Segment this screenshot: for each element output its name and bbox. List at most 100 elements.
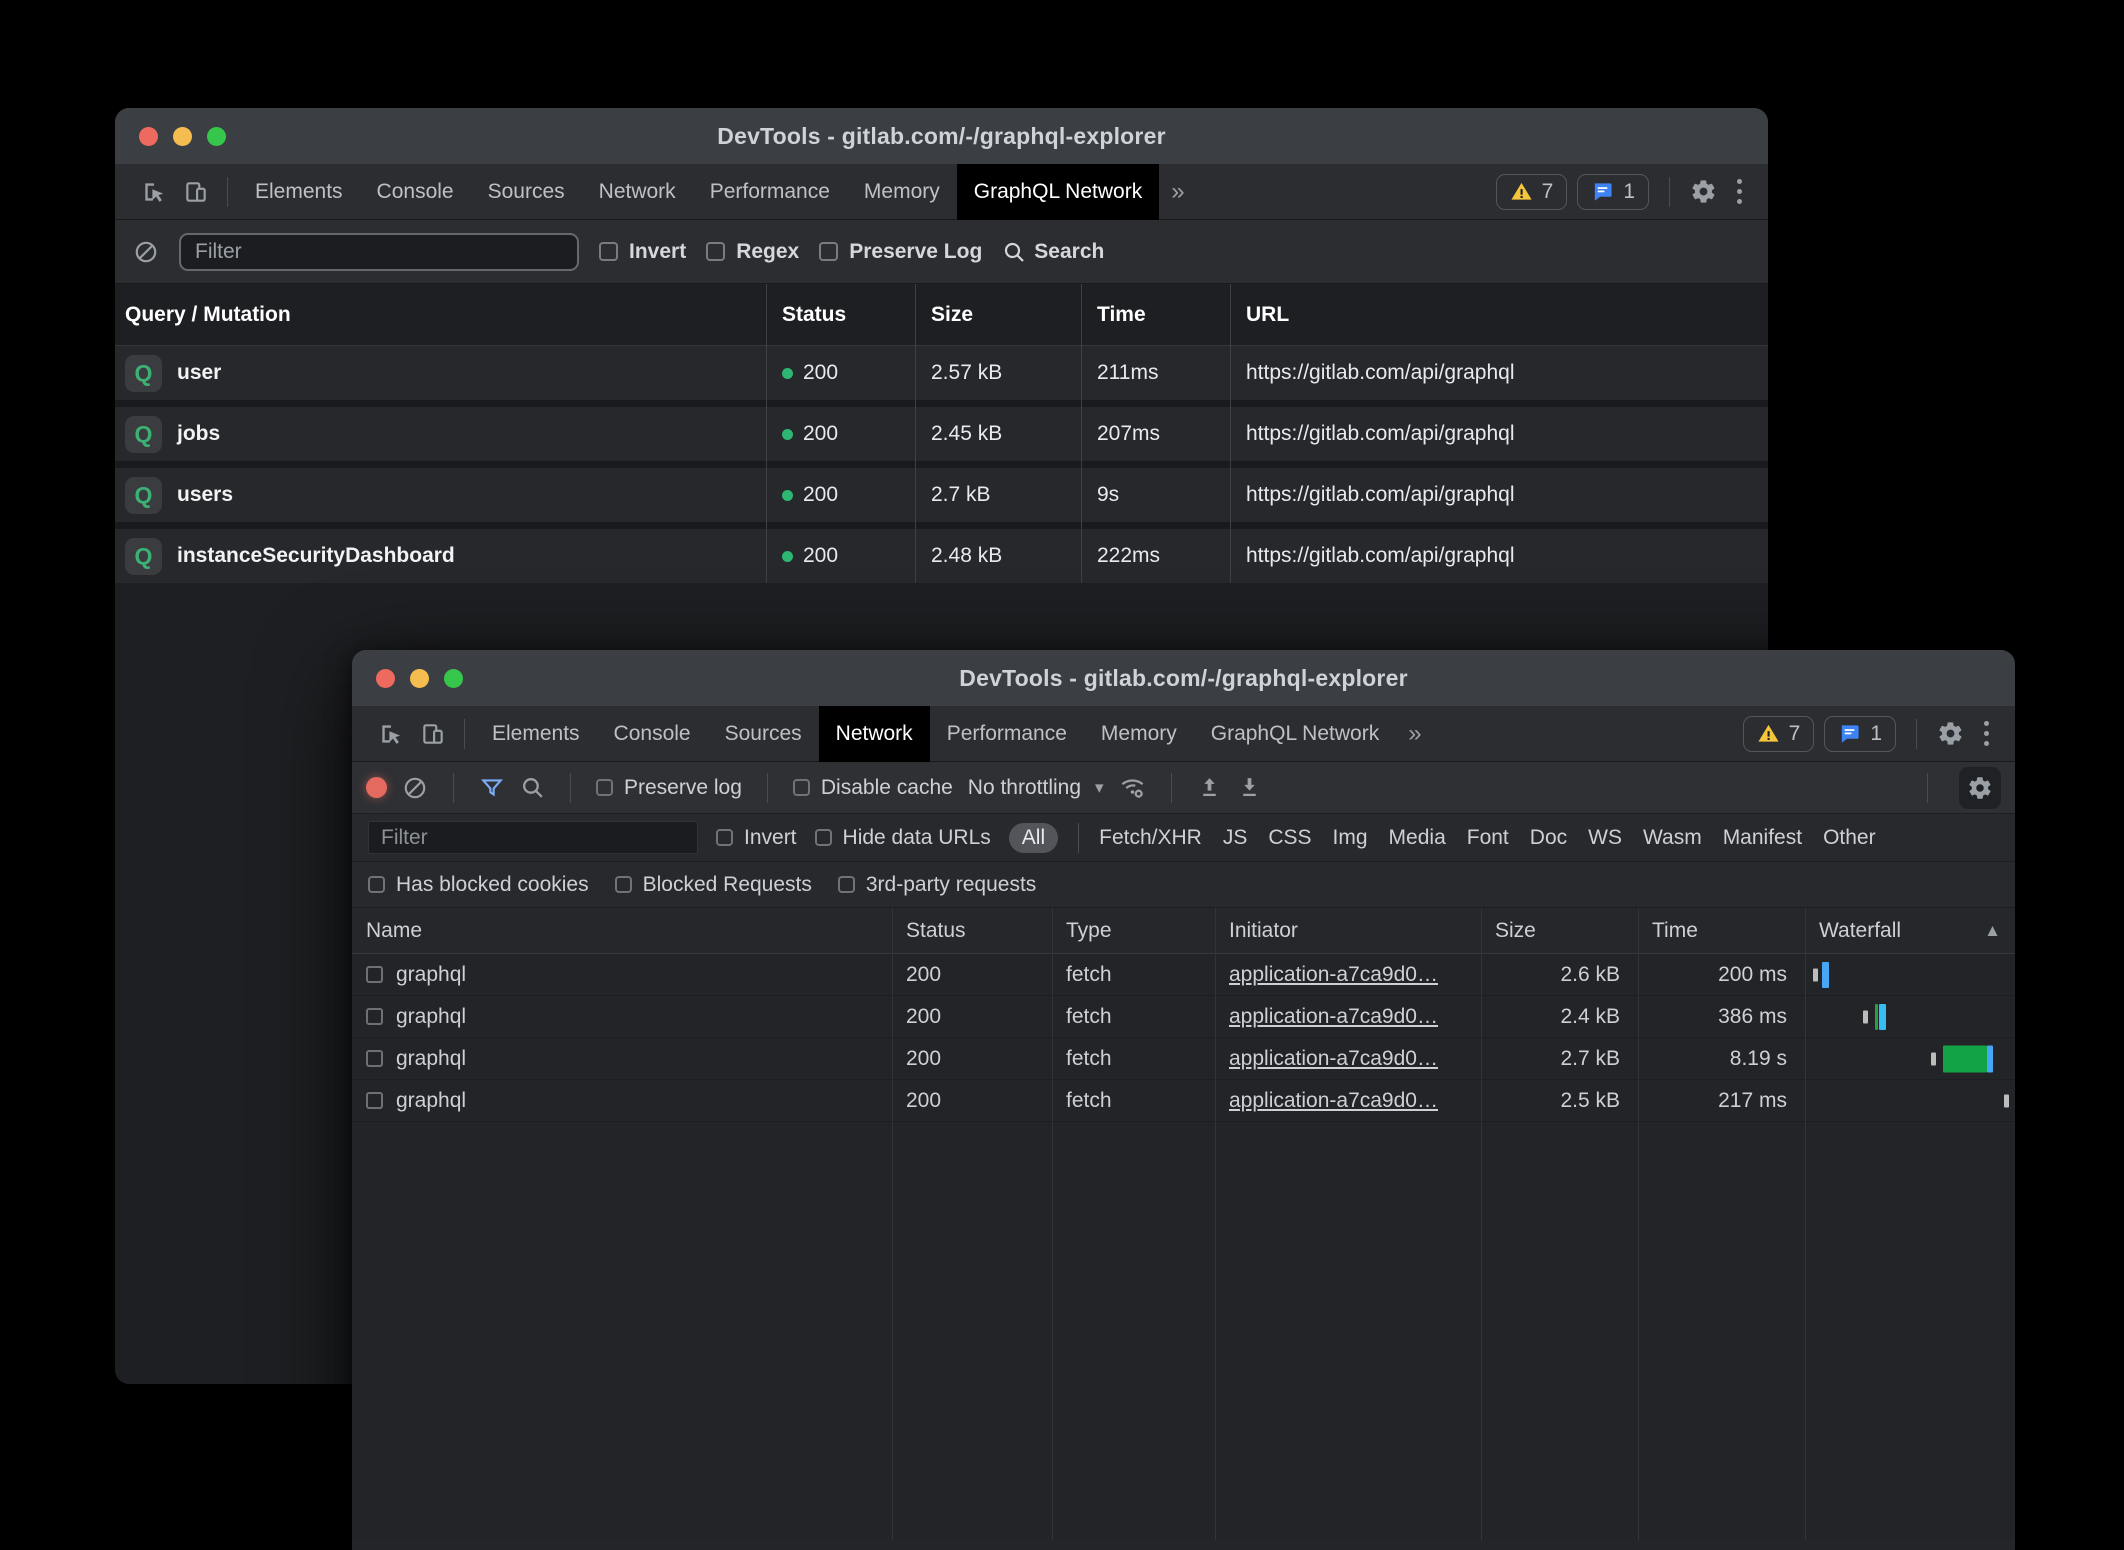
tab-console[interactable]: Console <box>597 706 708 762</box>
request-row[interactable]: graphql 200 fetch application-a7ca9d0… 2… <box>352 996 2015 1038</box>
tab-graphql-network[interactable]: GraphQL Network <box>957 164 1159 220</box>
initiator-link[interactable]: application-a7ca9d0… <box>1229 963 1438 986</box>
initiator-link[interactable]: application-a7ca9d0… <box>1229 1005 1438 1028</box>
disable-cache-checkbox[interactable]: Disable cache <box>793 776 953 800</box>
settings-gear-icon[interactable] <box>1937 720 1964 747</box>
throttling-dropdown[interactable]: No throttling ▾ <box>968 776 1104 800</box>
tab-elements[interactable]: Elements <box>475 706 597 762</box>
filter-chip-js[interactable]: JS <box>1223 826 1248 850</box>
inspect-element-icon[interactable] <box>370 721 412 747</box>
tab-elements[interactable]: Elements <box>238 164 360 220</box>
divider <box>453 773 454 803</box>
invert-checkbox[interactable]: Invert <box>599 240 686 264</box>
request-row[interactable]: graphql 200 fetch application-a7ca9d0… 2… <box>352 1080 2015 1122</box>
close-button[interactable] <box>139 127 158 146</box>
device-toolbar-icon[interactable] <box>175 179 217 205</box>
kebab-menu-icon[interactable] <box>1974 721 1999 746</box>
network-conditions-icon[interactable] <box>1119 774 1146 801</box>
tab-graphql-network[interactable]: GraphQL Network <box>1194 706 1396 762</box>
tab-performance[interactable]: Performance <box>930 706 1084 762</box>
col-type[interactable]: Type <box>1052 919 1215 943</box>
more-tabs-icon[interactable]: » <box>1396 720 1433 748</box>
tab-network[interactable]: Network <box>582 164 693 220</box>
inspect-element-icon[interactable] <box>133 179 175 205</box>
issues-badge[interactable]: 1 <box>1824 716 1896 752</box>
warnings-badge[interactable]: 7 <box>1496 174 1568 210</box>
close-button[interactable] <box>376 669 395 688</box>
maximize-button[interactable] <box>444 669 463 688</box>
warnings-badge[interactable]: 7 <box>1743 716 1815 752</box>
filter-chip-font[interactable]: Font <box>1467 826 1509 850</box>
table-row[interactable]: QinstanceSecurityDashboard 200 2.48 kB 2… <box>115 529 1768 583</box>
tab-performance[interactable]: Performance <box>693 164 847 220</box>
search-button[interactable]: Search <box>1002 240 1104 264</box>
preserve-log-checkbox[interactable]: Preserve Log <box>819 240 982 264</box>
export-har-icon[interactable] <box>1237 775 1262 800</box>
blocked-requests-checkbox[interactable]: Blocked Requests <box>615 873 812 897</box>
filter-chip-all[interactable]: All <box>1009 823 1058 853</box>
type-value: fetch <box>1052 1047 1215 1071</box>
size-value: 2.45 kB <box>915 422 1081 446</box>
clear-icon[interactable] <box>402 775 428 801</box>
col-waterfall[interactable]: Waterfall ▲ <box>1805 919 2015 943</box>
tab-network[interactable]: Network <box>819 706 930 762</box>
more-tabs-icon[interactable]: » <box>1159 178 1196 206</box>
filter-chip-fetch-xhr[interactable]: Fetch/XHR <box>1099 826 1202 850</box>
tab-console[interactable]: Console <box>360 164 471 220</box>
filter-chip-media[interactable]: Media <box>1389 826 1446 850</box>
filter-input[interactable] <box>179 233 579 271</box>
request-checkbox[interactable] <box>366 1092 383 1109</box>
minimize-button[interactable] <box>410 669 429 688</box>
has-blocked-cookies-checkbox[interactable]: Has blocked cookies <box>368 873 589 897</box>
size-value: 2.48 kB <box>915 544 1081 568</box>
table-row[interactable]: Qusers 200 2.7 kB 9s https://gitlab.com/… <box>115 468 1768 522</box>
filter-chip-img[interactable]: Img <box>1333 826 1368 850</box>
maximize-button[interactable] <box>207 127 226 146</box>
col-size[interactable]: Size <box>1481 919 1638 943</box>
tab-memory[interactable]: Memory <box>1084 706 1194 762</box>
search-icon[interactable] <box>520 775 545 800</box>
filter-chip-wasm[interactable]: Wasm <box>1643 826 1702 850</box>
filter-chip-ws[interactable]: WS <box>1588 826 1622 850</box>
network-filter-input[interactable] <box>368 821 698 854</box>
issues-badge[interactable]: 1 <box>1577 174 1649 210</box>
request-checkbox[interactable] <box>366 1050 383 1067</box>
initiator-link[interactable]: application-a7ca9d0… <box>1229 1089 1438 1112</box>
col-name[interactable]: Name <box>352 919 892 943</box>
filter-chip-doc[interactable]: Doc <box>1530 826 1567 850</box>
col-initiator[interactable]: Initiator <box>1215 919 1481 943</box>
request-checkbox[interactable] <box>366 966 383 983</box>
col-status: Status <box>766 303 915 327</box>
regex-checkbox[interactable]: Regex <box>706 240 799 264</box>
col-time[interactable]: Time <box>1638 919 1805 943</box>
initiator-link[interactable]: application-a7ca9d0… <box>1229 1047 1438 1070</box>
tab-memory[interactable]: Memory <box>847 164 957 220</box>
table-row[interactable]: Quser 200 2.57 kB 211ms https://gitlab.c… <box>115 346 1768 400</box>
tab-sources[interactable]: Sources <box>471 164 582 220</box>
filter-chip-other[interactable]: Other <box>1823 826 1876 850</box>
import-har-icon[interactable] <box>1197 775 1222 800</box>
hide-data-urls-checkbox[interactable]: Hide data URLs <box>815 826 991 850</box>
divider <box>1078 823 1079 853</box>
third-party-requests-checkbox[interactable]: 3rd-party requests <box>838 873 1036 897</box>
record-network-log-button[interactable] <box>366 777 387 798</box>
request-row[interactable]: graphql 200 fetch application-a7ca9d0… 2… <box>352 1038 2015 1080</box>
col-status[interactable]: Status <box>892 919 1052 943</box>
network-settings-button[interactable] <box>1959 767 2001 809</box>
table-row[interactable]: Qjobs 200 2.45 kB 207ms https://gitlab.c… <box>115 407 1768 461</box>
tab-sources[interactable]: Sources <box>708 706 819 762</box>
preserve-log-checkbox[interactable]: Preserve log <box>596 776 742 800</box>
device-toolbar-icon[interactable] <box>412 721 454 747</box>
clear-icon[interactable] <box>133 239 159 265</box>
settings-gear-icon[interactable] <box>1690 178 1717 205</box>
filter-chip-manifest[interactable]: Manifest <box>1723 826 1802 850</box>
filter-funnel-icon[interactable] <box>479 775 505 801</box>
request-checkbox[interactable] <box>366 1008 383 1025</box>
table-header: Query / Mutation Status Size Time URL <box>115 284 1768 346</box>
request-row[interactable]: graphql 200 fetch application-a7ca9d0… 2… <box>352 954 2015 996</box>
time-value: 9s <box>1081 483 1230 507</box>
filter-chip-css[interactable]: CSS <box>1268 826 1311 850</box>
kebab-menu-icon[interactable] <box>1727 179 1752 204</box>
invert-checkbox[interactable]: Invert <box>716 826 797 850</box>
minimize-button[interactable] <box>173 127 192 146</box>
